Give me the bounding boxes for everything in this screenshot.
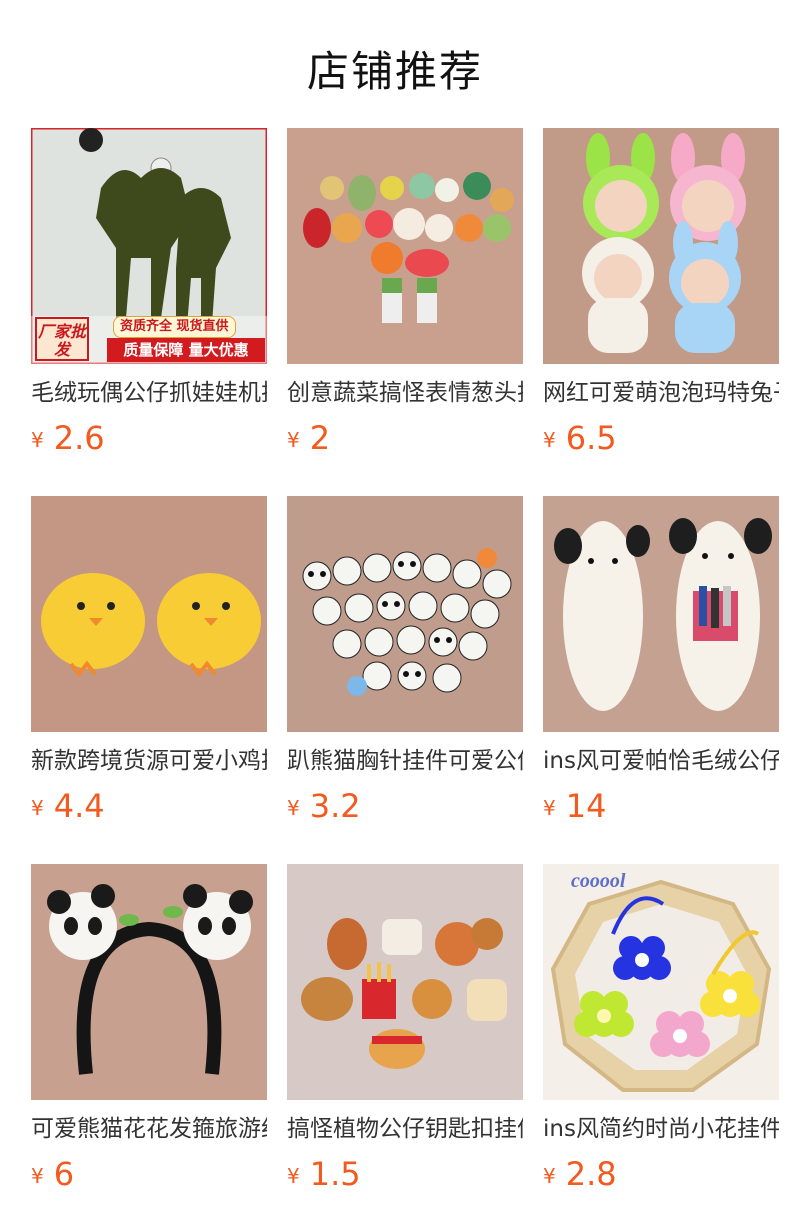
badge-bottom-label: 质量保障 量大优惠 — [107, 338, 265, 362]
product-card[interactable]: 新款跨境货源可爱小鸡挂件 ¥4.4 — [31, 496, 267, 824]
currency-symbol: ¥ — [31, 796, 44, 820]
product-price: ¥14 — [543, 788, 606, 826]
currency-symbol: ¥ — [287, 796, 300, 820]
product-name[interactable]: ins风简约时尚小花挂件 — [543, 1114, 779, 1144]
product-price: ¥2.8 — [543, 1156, 617, 1194]
page-title: 店铺推荐 — [306, 47, 483, 96]
product-price: ¥1.5 — [287, 1156, 361, 1194]
product-name[interactable]: 搞怪植物公仔钥匙扣挂件 — [287, 1114, 523, 1144]
product-price: ¥3.2 — [287, 788, 361, 826]
currency-symbol: ¥ — [287, 1164, 300, 1188]
product-price: ¥2.6 — [31, 420, 105, 458]
product-card[interactable]: 趴熊猫胸针挂件可爱公仔 ¥3.2 — [287, 496, 523, 824]
product-price: ¥2 — [287, 420, 330, 458]
product-name[interactable]: 毛绒玩偶公仔抓娃娃机挂件 — [31, 378, 267, 408]
price-value: 3.2 — [309, 787, 361, 825]
product-image[interactable] — [543, 496, 779, 732]
product-image[interactable] — [543, 128, 779, 364]
product-price: ¥4.4 — [31, 788, 105, 826]
product-name[interactable]: 趴熊猫胸针挂件可爱公仔 — [287, 746, 523, 776]
product-price: ¥6.5 — [543, 420, 617, 458]
product-image[interactable] — [287, 128, 523, 364]
product-card[interactable]: 创意蔬菜搞怪表情葱头挂件 ¥2 — [287, 128, 523, 456]
badge-factory-label: 厂家批发 — [35, 317, 89, 361]
price-value: 1.5 — [309, 1155, 361, 1193]
product-image[interactable]: cooool — [543, 864, 779, 1100]
product-image[interactable] — [31, 864, 267, 1100]
product-name[interactable]: 网红可爱萌泡泡玛特兔子挂件 — [543, 378, 779, 408]
price-value: 6 — [53, 1155, 75, 1193]
product-card[interactable]: 可爱熊猫花花发箍旅游纪念 ¥6 — [31, 864, 267, 1192]
product-image[interactable] — [287, 496, 523, 732]
product-card[interactable]: 搞怪植物公仔钥匙扣挂件 ¥1.5 — [287, 864, 523, 1192]
brand-sticker: cooool — [571, 870, 626, 892]
product-name[interactable]: 新款跨境货源可爱小鸡挂件 — [31, 746, 267, 776]
product-image[interactable] — [287, 864, 523, 1100]
promo-badge: 厂家批发 资质齐全 现货直供 质量保障 量大优惠 — [31, 316, 267, 364]
price-value: 4.4 — [53, 787, 105, 825]
product-price: ¥6 — [31, 1156, 74, 1194]
product-card[interactable]: 厂家批发 资质齐全 现货直供 质量保障 量大优惠 毛绒玩偶公仔抓娃娃机挂件 ¥2… — [31, 128, 267, 456]
price-value: 6.5 — [565, 419, 617, 457]
currency-symbol: ¥ — [287, 428, 300, 452]
product-image[interactable] — [31, 496, 267, 732]
currency-symbol: ¥ — [31, 428, 44, 452]
product-name[interactable]: 可爱熊猫花花发箍旅游纪念 — [31, 1114, 267, 1144]
product-name[interactable]: 创意蔬菜搞怪表情葱头挂件 — [287, 378, 523, 408]
currency-symbol: ¥ — [543, 796, 556, 820]
currency-symbol: ¥ — [543, 428, 556, 452]
product-image[interactable]: 厂家批发 资质齐全 现货直供 质量保障 量大优惠 — [31, 128, 267, 364]
badge-top-label: 资质齐全 现货直供 — [113, 316, 236, 338]
price-value: 14 — [565, 787, 607, 825]
product-card[interactable]: 网红可爱萌泡泡玛特兔子挂件 ¥6.5 — [543, 128, 779, 456]
product-card[interactable]: cooool ins风简约时尚小花挂件 ¥2.8 — [543, 864, 779, 1192]
product-card[interactable]: ins风可爱帕恰毛绒公仔笔袋 ¥14 — [543, 496, 779, 824]
currency-symbol: ¥ — [31, 1164, 44, 1188]
product-name[interactable]: ins风可爱帕恰毛绒公仔笔袋 — [543, 746, 779, 776]
price-value: 2 — [309, 419, 331, 457]
currency-symbol: ¥ — [543, 1164, 556, 1188]
price-value: 2.8 — [565, 1155, 617, 1193]
price-value: 2.6 — [53, 419, 105, 457]
